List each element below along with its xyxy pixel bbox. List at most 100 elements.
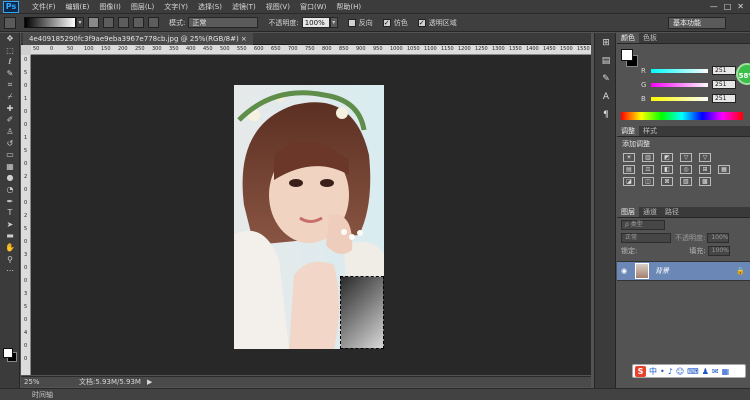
brush-panel-icon[interactable]: ✎ <box>595 71 617 87</box>
paragraph-panel-icon[interactable]: ¶ <box>595 107 617 123</box>
gradient-tool-icon[interactable]: ▦ <box>0 161 20 173</box>
hand-tool-icon[interactable]: ✋ <box>0 242 20 254</box>
dither-checkbox[interactable]: ✓ 仿色 <box>382 18 408 28</box>
move-tool-icon[interactable]: ✥ <box>0 33 20 45</box>
menu-window[interactable]: 窗口(W) <box>295 2 331 12</box>
hue-saturation-icon[interactable]: ▤ <box>623 165 635 174</box>
color-balance-icon[interactable]: ⚖ <box>642 165 654 174</box>
green-slider[interactable] <box>651 82 708 87</box>
gradient-swatch[interactable] <box>24 17 76 28</box>
marquee-tool-icon[interactable]: ⬚ <box>0 45 20 57</box>
character-panel-icon[interactable]: A <box>595 89 617 105</box>
ime-voice-icon[interactable]: ♪ <box>668 367 673 376</box>
clone-stamp-tool-icon[interactable]: ♙ <box>0 126 20 138</box>
curves-icon[interactable]: ◩ <box>661 153 673 162</box>
shape-tool-icon[interactable]: ▬ <box>0 230 20 242</box>
menu-view[interactable]: 视图(V) <box>261 2 295 12</box>
pen-tool-icon[interactable]: ✒ <box>0 195 20 207</box>
blend-mode-select[interactable]: 正常 <box>621 232 671 243</box>
layer-name[interactable]: 背景 <box>655 266 669 276</box>
exposure-icon[interactable]: ▽ <box>680 153 692 162</box>
menu-edit[interactable]: 编辑(E) <box>61 2 95 12</box>
diamond-gradient-button[interactable] <box>148 17 159 28</box>
close-button[interactable]: ✕ <box>737 2 744 11</box>
tab-color[interactable]: 颜色 <box>617 33 639 43</box>
black-white-icon[interactable]: ◧ <box>661 165 673 174</box>
layer-row-background[interactable]: ◉ 背景 🔒 <box>617 261 750 281</box>
zoom-tool-icon[interactable]: ⚲ <box>0 253 20 265</box>
opacity-input[interactable]: 100% <box>301 17 330 28</box>
reflected-gradient-button[interactable] <box>133 17 144 28</box>
gradient-dropdown-icon[interactable]: ▾ <box>76 17 84 28</box>
brush-tool-icon[interactable]: ✐ <box>0 114 20 126</box>
ime-toolbox-icon[interactable]: ▦ <box>722 367 730 376</box>
levels-icon[interactable]: ▥ <box>642 153 654 162</box>
minimize-button[interactable]: — <box>710 2 718 11</box>
maximize-button[interactable]: □ <box>724 2 732 11</box>
selective-color-icon[interactable]: ▧ <box>680 177 692 186</box>
history-panel-icon[interactable]: ⊞ <box>595 35 617 51</box>
threshold-icon[interactable]: ⊠ <box>661 177 673 186</box>
photo-filter-icon[interactable]: ◎ <box>680 165 692 174</box>
timeline-label[interactable]: 时间轴 <box>32 391 53 399</box>
eraser-tool-icon[interactable]: ▭ <box>0 149 20 161</box>
vertical-ruler[interactable]: 0 5 0 1 0 0 1 5 0 2 0 0 2 5 0 3 0 0 3 5 0 4 0 0 <box>21 55 31 375</box>
lasso-tool-icon[interactable]: ℓ <box>0 56 20 68</box>
fill-input[interactable]: 100% <box>707 245 730 256</box>
ruler-corner[interactable] <box>21 45 31 55</box>
ime-keyboard-icon[interactable]: ⌨ <box>687 367 699 376</box>
workspace-select[interactable]: 基本功能 <box>668 16 726 29</box>
color-lookup-icon[interactable]: ▦ <box>718 165 730 174</box>
menu-filter[interactable]: 滤镜(T) <box>227 2 261 12</box>
transparency-checkbox-box[interactable]: ✓ <box>417 18 426 27</box>
blue-value-input[interactable]: 251 <box>712 94 736 103</box>
reverse-checkbox-box[interactable] <box>347 18 356 27</box>
more-tools-icon[interactable]: ⋯ <box>0 265 20 277</box>
crop-tool-icon[interactable]: ⌗ <box>0 79 20 91</box>
eyedropper-tool-icon[interactable]: ⌿ <box>0 91 20 103</box>
foreground-color-swatch[interactable] <box>3 348 13 358</box>
dodge-tool-icon[interactable]: ◔ <box>0 184 20 196</box>
tab-adjustments[interactable]: 调整 <box>617 126 639 136</box>
gradient-map-icon[interactable]: ▩ <box>699 177 711 186</box>
quick-select-tool-icon[interactable]: ✎ <box>0 68 20 80</box>
properties-panel-icon[interactable]: ▤ <box>595 53 617 69</box>
dither-checkbox-box[interactable]: ✓ <box>382 18 391 27</box>
blur-tool-icon[interactable]: ● <box>0 172 20 184</box>
channel-mixer-icon[interactable]: ⊞ <box>699 165 711 174</box>
angle-gradient-button[interactable] <box>118 17 129 28</box>
ime-mail-icon[interactable]: ✉ <box>712 367 719 376</box>
blue-slider[interactable] <box>651 96 708 101</box>
tab-paths[interactable]: 路径 <box>661 207 683 217</box>
status-menu-arrow-icon[interactable]: ▶ <box>147 378 152 386</box>
history-brush-tool-icon[interactable]: ↺ <box>0 137 20 149</box>
linear-gradient-button[interactable] <box>88 17 99 28</box>
type-tool-icon[interactable]: T <box>0 207 20 219</box>
opacity-dropdown-icon[interactable]: ▾ <box>329 17 338 28</box>
invert-icon[interactable]: ◪ <box>623 177 635 186</box>
green-value-input[interactable]: 251 <box>712 80 736 89</box>
vibrance-icon[interactable]: ▽ <box>699 153 711 162</box>
ime-chinese-mode[interactable]: 中 <box>649 366 657 377</box>
path-selection-tool-icon[interactable]: ➤ <box>0 219 20 231</box>
layer-opacity-input[interactable]: 100% <box>707 232 730 243</box>
ime-punctuation-icon[interactable]: • <box>660 367 665 376</box>
menu-file[interactable]: 文件(F) <box>27 2 61 12</box>
gradient-selection-marquee[interactable] <box>340 276 384 349</box>
horizontal-ruler[interactable]: 50 0 50 100 150 200 250 300 350 400 450 500 550 600 65… <box>31 45 591 55</box>
gradient-tool-preset-icon[interactable] <box>4 16 16 29</box>
tab-channels[interactable]: 通道 <box>639 207 661 217</box>
menu-type[interactable]: 文字(Y) <box>159 2 193 12</box>
color-panel-foreground-swatch[interactable] <box>621 49 633 61</box>
red-value-input[interactable]: 251 <box>712 66 736 75</box>
reverse-checkbox[interactable]: 反向 <box>347 18 373 28</box>
layer-filter-select[interactable]: ρ 类型 <box>621 219 665 230</box>
menu-select[interactable]: 选择(S) <box>193 2 227 12</box>
zoom-level[interactable]: 25% <box>21 378 45 386</box>
menu-layer[interactable]: 图层(L) <box>126 2 159 12</box>
tab-swatches[interactable]: 色板 <box>639 33 661 43</box>
ime-emoji-icon[interactable]: ☺ <box>676 367 684 376</box>
color-spectrum-bar[interactable] <box>621 112 743 120</box>
brightness-contrast-icon[interactable]: ☀ <box>623 153 635 162</box>
document-tab[interactable]: 4e409185290fc3f9ae9eba3967e778cb.jpg @ 2… <box>23 33 253 45</box>
